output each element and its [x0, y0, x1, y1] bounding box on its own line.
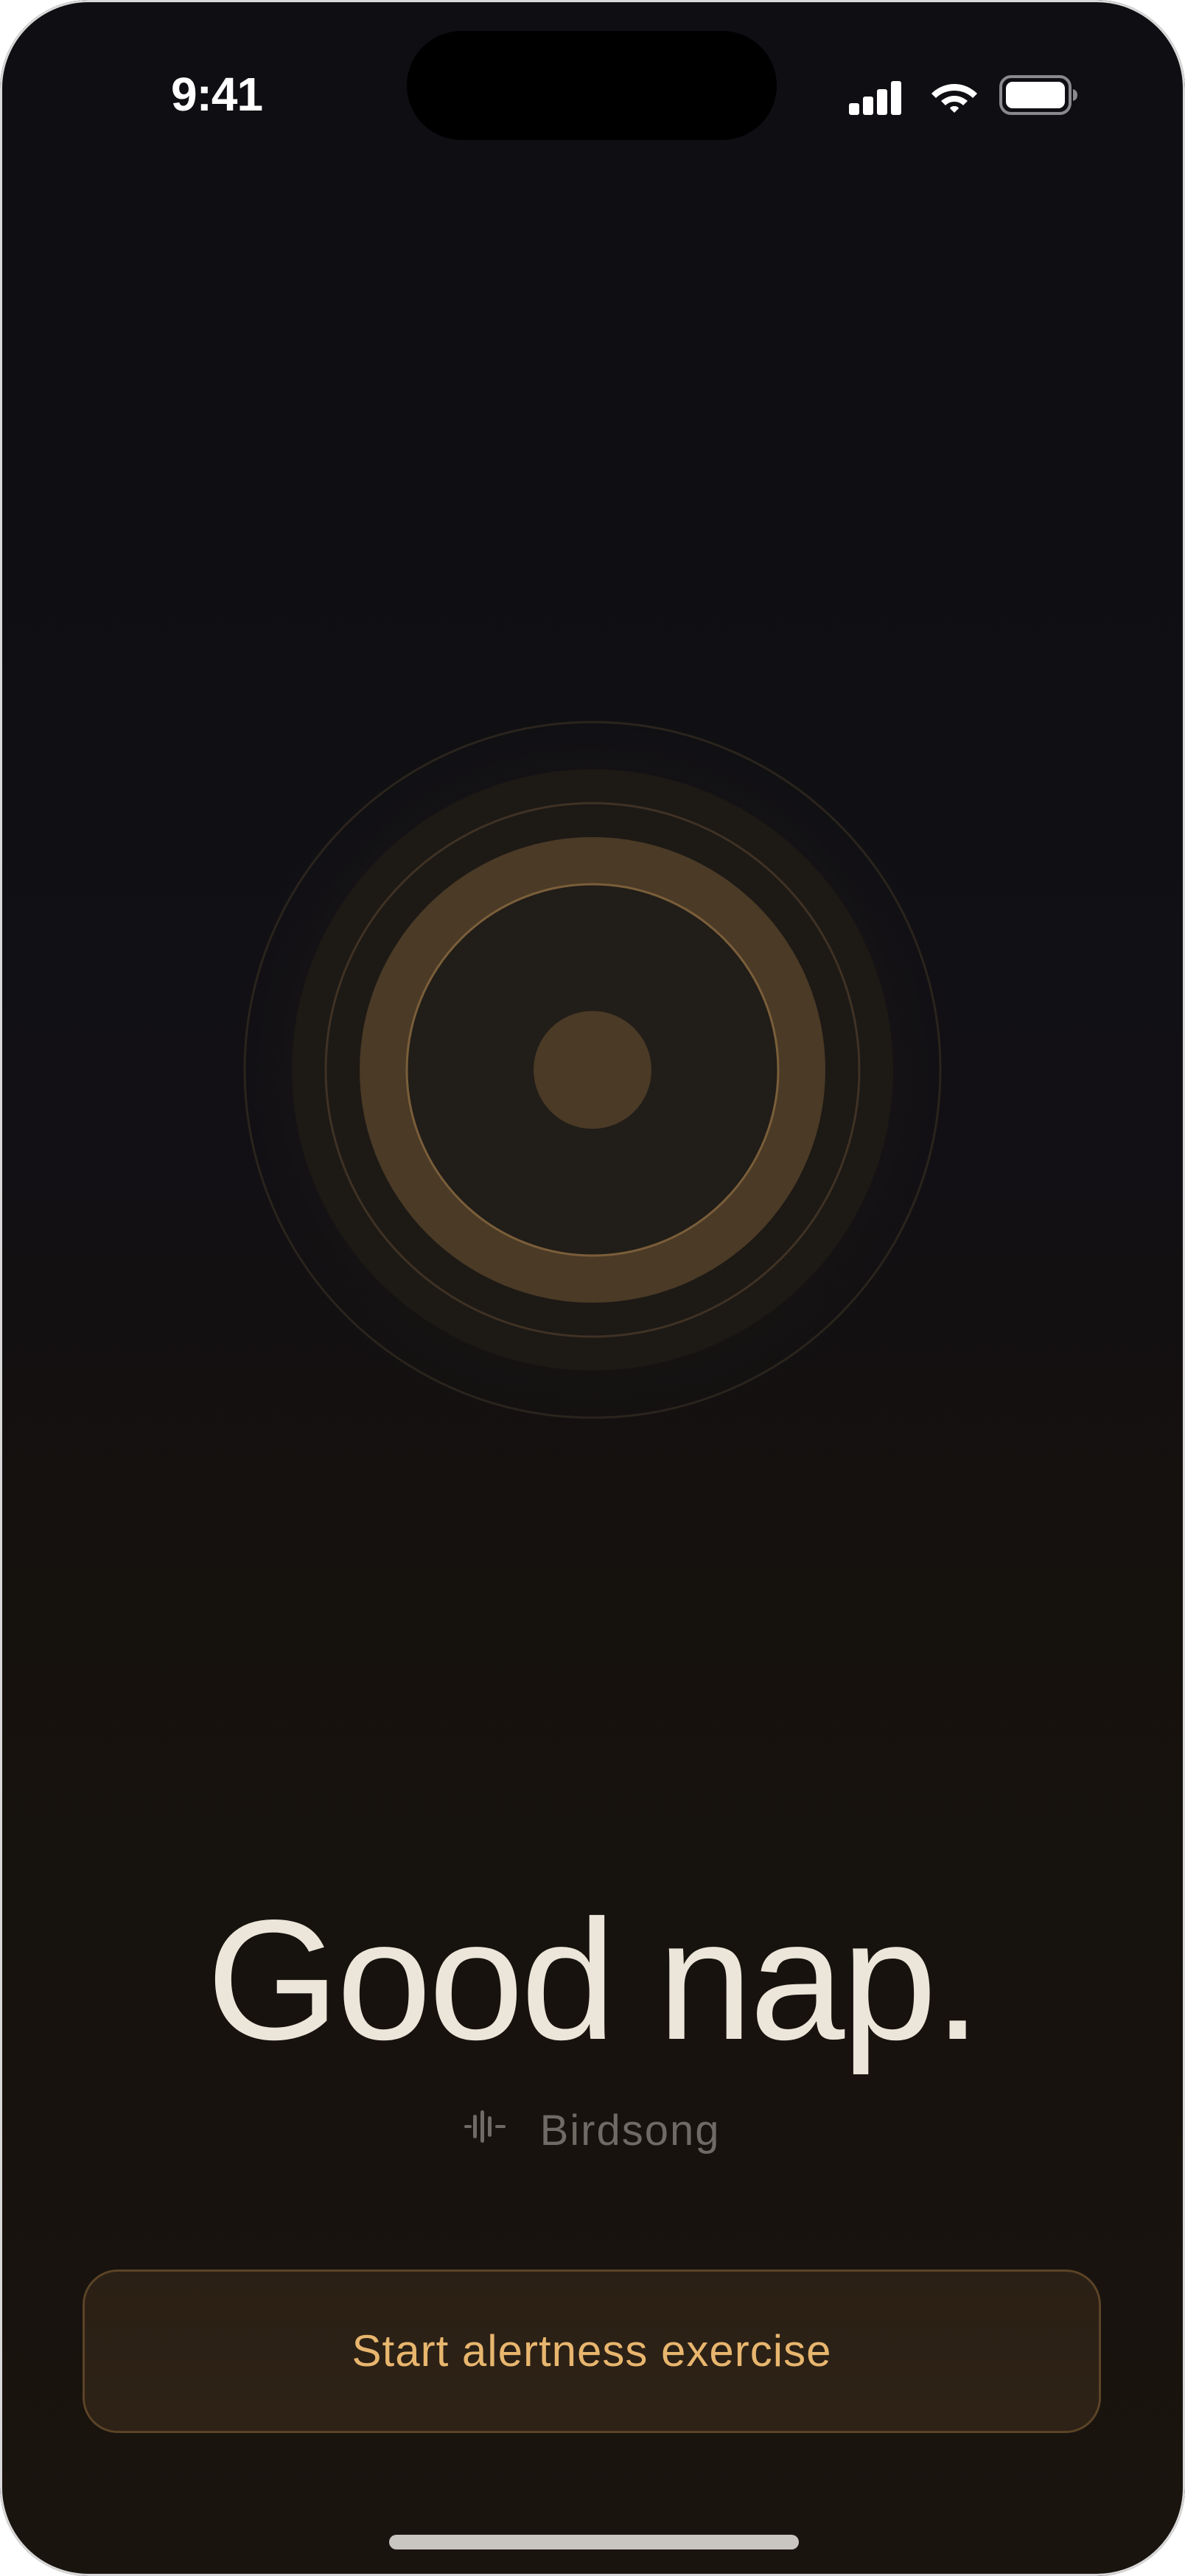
start-alertness-exercise-button[interactable]: Start alertness exercise — [83, 2269, 1101, 2433]
status-time: 9:41 — [171, 68, 263, 121]
wifi-icon — [931, 84, 977, 113]
sound-label: Birdsong — [539, 2107, 721, 2155]
dynamic-island — [407, 31, 777, 140]
sound-indicator: Birdsong — [0, 2103, 1185, 2155]
phone-screen: 9:41 Good nap. Birdsong Start alertness … — [0, 0, 1185, 2576]
battery-icon — [999, 75, 1077, 115]
home-indicator[interactable] — [389, 2535, 799, 2549]
completion-headline: Good nap. — [206, 1885, 982, 2076]
cellular-signal-icon — [849, 81, 901, 115]
pulse-orb-icon — [226, 703, 959, 1437]
waveform-icon — [464, 2110, 506, 2143]
